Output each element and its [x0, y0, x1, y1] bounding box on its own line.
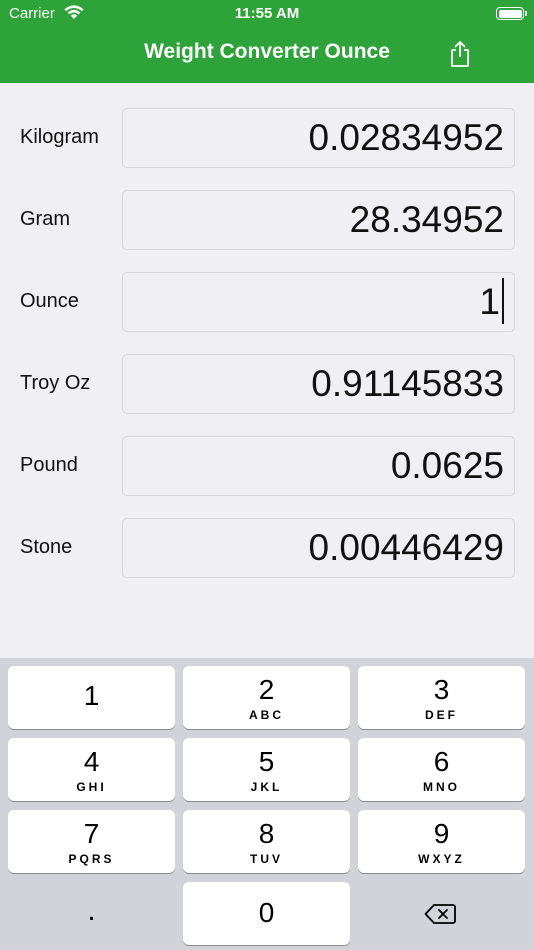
pound-field[interactable]: 0.0625 — [122, 436, 515, 496]
troy-oz-field[interactable]: 0.91145833 — [122, 354, 515, 414]
unit-label: Gram — [20, 208, 70, 230]
status-bar: Carrier 11:55 AM — [0, 0, 534, 28]
ounce-field[interactable]: 1 — [122, 272, 515, 332]
unit-row-kilogram: Kilogram 0.02834952 — [0, 108, 534, 168]
gram-field[interactable]: 28.34952 — [122, 190, 515, 250]
unit-row-pound: Pound 0.0625 — [0, 436, 534, 496]
navigation-bar: Carrier 11:55 AM Weight Converter Ounce — [0, 0, 534, 83]
share-icon[interactable] — [448, 40, 472, 68]
status-time: 11:55 AM — [234, 5, 300, 22]
key-9[interactable]: 9 WXYZ — [358, 810, 525, 873]
unit-label: Troy Oz — [20, 372, 91, 394]
key-0[interactable]: 0 — [183, 882, 350, 945]
key-5[interactable]: 5 JKL — [183, 738, 350, 801]
key-4[interactable]: 4 GHI — [8, 738, 175, 801]
key-2[interactable]: 2 ABC — [183, 666, 350, 729]
key-3[interactable]: 3 DEF — [358, 666, 525, 729]
unit-row-gram: Gram 28.34952 — [0, 190, 534, 250]
unit-label: Pound — [20, 454, 78, 476]
unit-row-stone: Stone 0.00446429 — [0, 518, 534, 578]
key-decimal[interactable]: . — [8, 882, 175, 945]
text-cursor — [502, 278, 504, 325]
unit-label: Ounce — [20, 290, 79, 312]
key-8[interactable]: 8 TUV — [183, 810, 350, 873]
numeric-keypad: 1 2 ABC 3 DEF 4 GHI 5 JKL 6 MNO 7 PQRS 8 TUV 9W… — [0, 658, 534, 950]
key-6[interactable]: 6 MNO — [358, 738, 525, 801]
unit-label: Stone — [20, 536, 73, 558]
key-delete[interactable] — [358, 882, 525, 945]
key-1[interactable]: 1 — [8, 666, 175, 729]
unit-row-troy-oz: Troy Oz 0.91145833 — [0, 354, 534, 414]
unit-row-ounce: Ounce 1 — [0, 272, 534, 332]
kilogram-field[interactable]: 0.02834952 — [122, 108, 515, 168]
battery-icon — [496, 7, 527, 20]
backspace-icon — [424, 903, 456, 930]
key-7[interactable]: 7 PQRS — [8, 810, 175, 873]
unit-label: Kilogram — [20, 126, 99, 148]
stone-field[interactable]: 0.00446429 — [122, 518, 515, 578]
